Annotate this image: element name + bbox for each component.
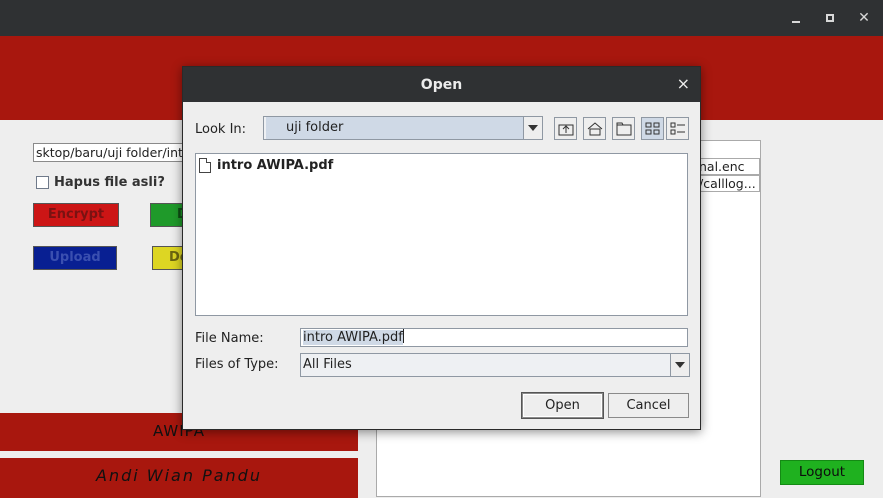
file-item-name: intro AWIPA.pdf bbox=[217, 158, 334, 173]
delete-original-row[interactable]: Hapus file asli? bbox=[36, 175, 165, 192]
upload-button[interactable]: Upload bbox=[33, 246, 117, 270]
look-in-value: uji folder bbox=[266, 117, 523, 139]
minimize-button[interactable] bbox=[786, 8, 806, 28]
up-folder-button[interactable] bbox=[554, 117, 577, 140]
cancel-button[interactable]: Cancel bbox=[608, 393, 689, 418]
details-view-icon bbox=[670, 122, 685, 135]
maximize-icon bbox=[826, 14, 834, 22]
delete-original-label: Hapus file asli? bbox=[54, 175, 165, 190]
new-folder-icon bbox=[616, 122, 632, 136]
file-path-field[interactable]: sktop/baru/uji folder/int bbox=[33, 143, 193, 162]
file-browser-list[interactable]: intro AWIPA.pdf bbox=[195, 153, 688, 316]
home-button[interactable] bbox=[583, 117, 606, 140]
chevron-down-icon[interactable] bbox=[670, 354, 689, 376]
maximize-button[interactable] bbox=[820, 8, 840, 28]
dialog-close-button[interactable]: × bbox=[677, 67, 690, 101]
window-titlebar: ✕ bbox=[0, 0, 883, 36]
dialog-title: Open bbox=[183, 67, 700, 102]
files-of-type-value: All Files bbox=[303, 357, 352, 372]
window-close-button[interactable]: ✕ bbox=[854, 8, 874, 28]
open-button[interactable]: Open bbox=[522, 393, 603, 418]
text-caret bbox=[402, 329, 404, 343]
encrypt-button[interactable]: Encrypt bbox=[33, 203, 119, 227]
file-name-input[interactable]: intro AWIPA.pdf bbox=[300, 328, 688, 347]
look-in-label: Look In: bbox=[195, 122, 247, 137]
delete-original-checkbox[interactable] bbox=[36, 176, 49, 189]
files-of-type-label: Files of Type: bbox=[195, 357, 279, 372]
up-folder-icon bbox=[558, 124, 574, 136]
new-folder-button[interactable] bbox=[612, 117, 635, 140]
minimize-icon bbox=[792, 21, 800, 23]
logout-button[interactable]: Logout bbox=[780, 460, 864, 485]
list-view-icon bbox=[645, 122, 660, 135]
home-icon bbox=[587, 122, 603, 136]
author-bar: Andi Wian Pandu bbox=[0, 458, 358, 498]
file-name-label: File Name: bbox=[195, 331, 264, 346]
files-of-type-combo[interactable]: All Files bbox=[300, 353, 690, 377]
list-view-button[interactable] bbox=[641, 117, 664, 140]
file-icon bbox=[199, 158, 211, 173]
look-in-combo[interactable]: uji folder bbox=[263, 116, 543, 140]
details-view-button[interactable] bbox=[666, 117, 689, 140]
chevron-down-icon[interactable] bbox=[523, 117, 542, 139]
open-file-dialog: Open × Look In: uji folder intro AWIPA.p… bbox=[182, 66, 701, 430]
